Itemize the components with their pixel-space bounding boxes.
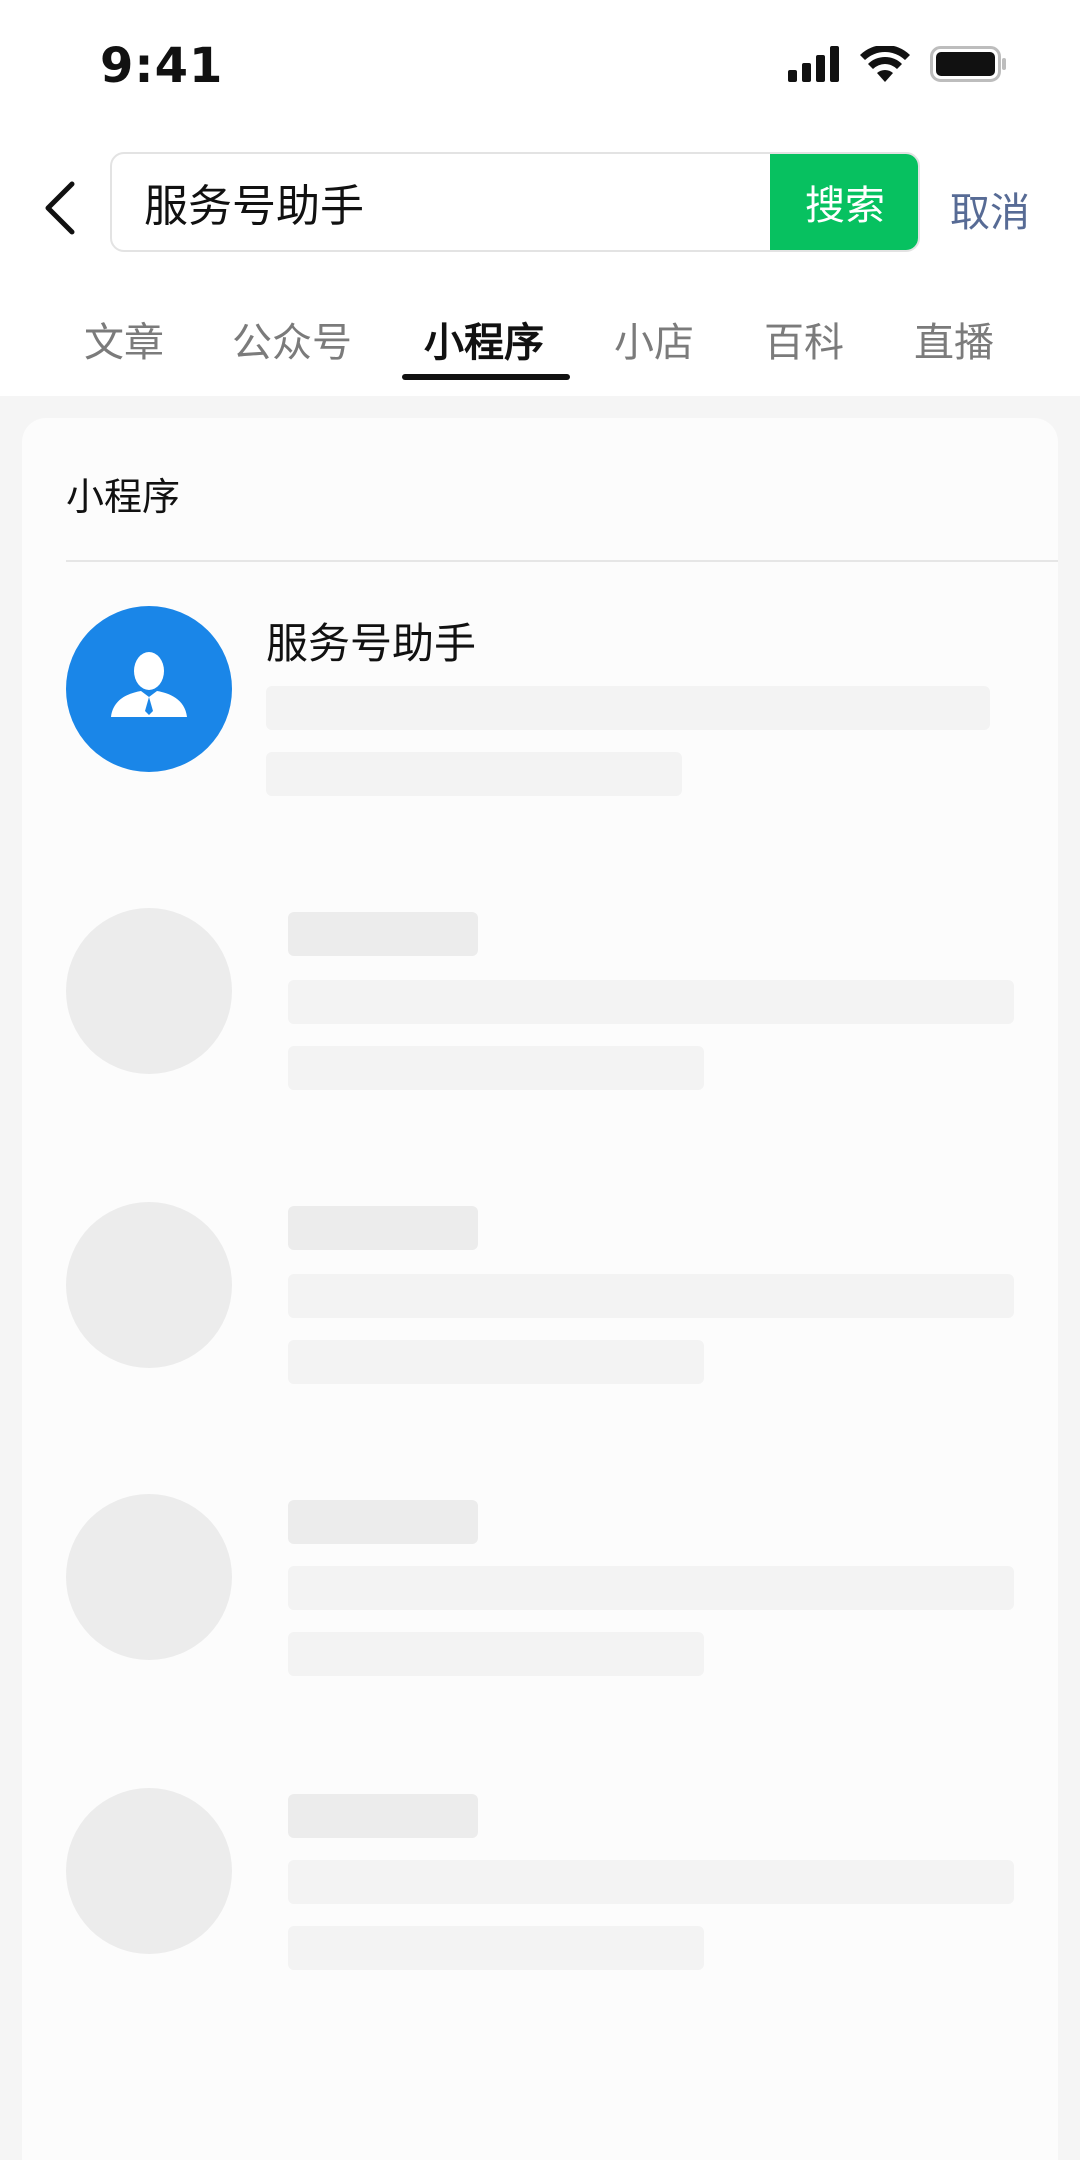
tab-live[interactable]: 直播 [914,310,994,370]
wifi-icon [860,44,910,86]
skeleton-avatar [66,1788,232,1954]
category-tabs: 文章 公众号 小程序 小店 百科 直播 [0,290,1080,396]
skeleton-line [266,752,682,796]
cancel-button[interactable]: 取消 [950,180,1030,238]
search-header: 搜索 取消 [0,140,1080,280]
tab-official-accounts[interactable]: 公众号 [232,310,352,370]
skeleton-line [288,1926,704,1970]
status-time: 9:41 [100,38,224,94]
tab-mini-programs[interactable]: 小程序 [424,310,544,370]
back-button[interactable] [30,170,90,250]
skeleton-avatar [66,908,232,1074]
person-icon [107,645,191,733]
skeleton-line [288,1566,1014,1610]
skeleton-line [288,980,1014,1024]
skeleton-line [288,1860,1014,1904]
tab-encyclopedia[interactable]: 百科 [764,310,844,370]
avatar [66,606,232,772]
status-bar: 9:41 [0,0,1080,140]
section-title: 小程序 [66,475,181,519]
cellular-signal-icon [788,46,840,86]
tab-shops[interactable]: 小店 [614,310,694,370]
divider [66,560,1058,562]
skeleton-line [266,686,990,730]
skeleton-line [288,1632,704,1676]
skeleton-title [288,912,478,956]
skeleton-line [288,1046,704,1090]
chevron-left-icon [42,180,78,240]
search-box: 搜索 [110,152,920,252]
skeleton-line [288,1340,704,1384]
search-input[interactable] [112,154,772,250]
skeleton-avatar [66,1202,232,1368]
skeleton-avatar [66,1494,232,1660]
skeleton-title [288,1206,478,1250]
search-button[interactable]: 搜索 [770,154,918,250]
status-icons [788,44,1008,86]
battery-icon [930,46,1008,86]
tab-articles[interactable]: 文章 [84,310,164,370]
result-title: 服务号助手 [266,619,477,668]
skeleton-line [288,1274,1014,1318]
skeleton-title [288,1500,478,1544]
skeleton-title [288,1794,478,1838]
active-tab-indicator [402,374,570,380]
